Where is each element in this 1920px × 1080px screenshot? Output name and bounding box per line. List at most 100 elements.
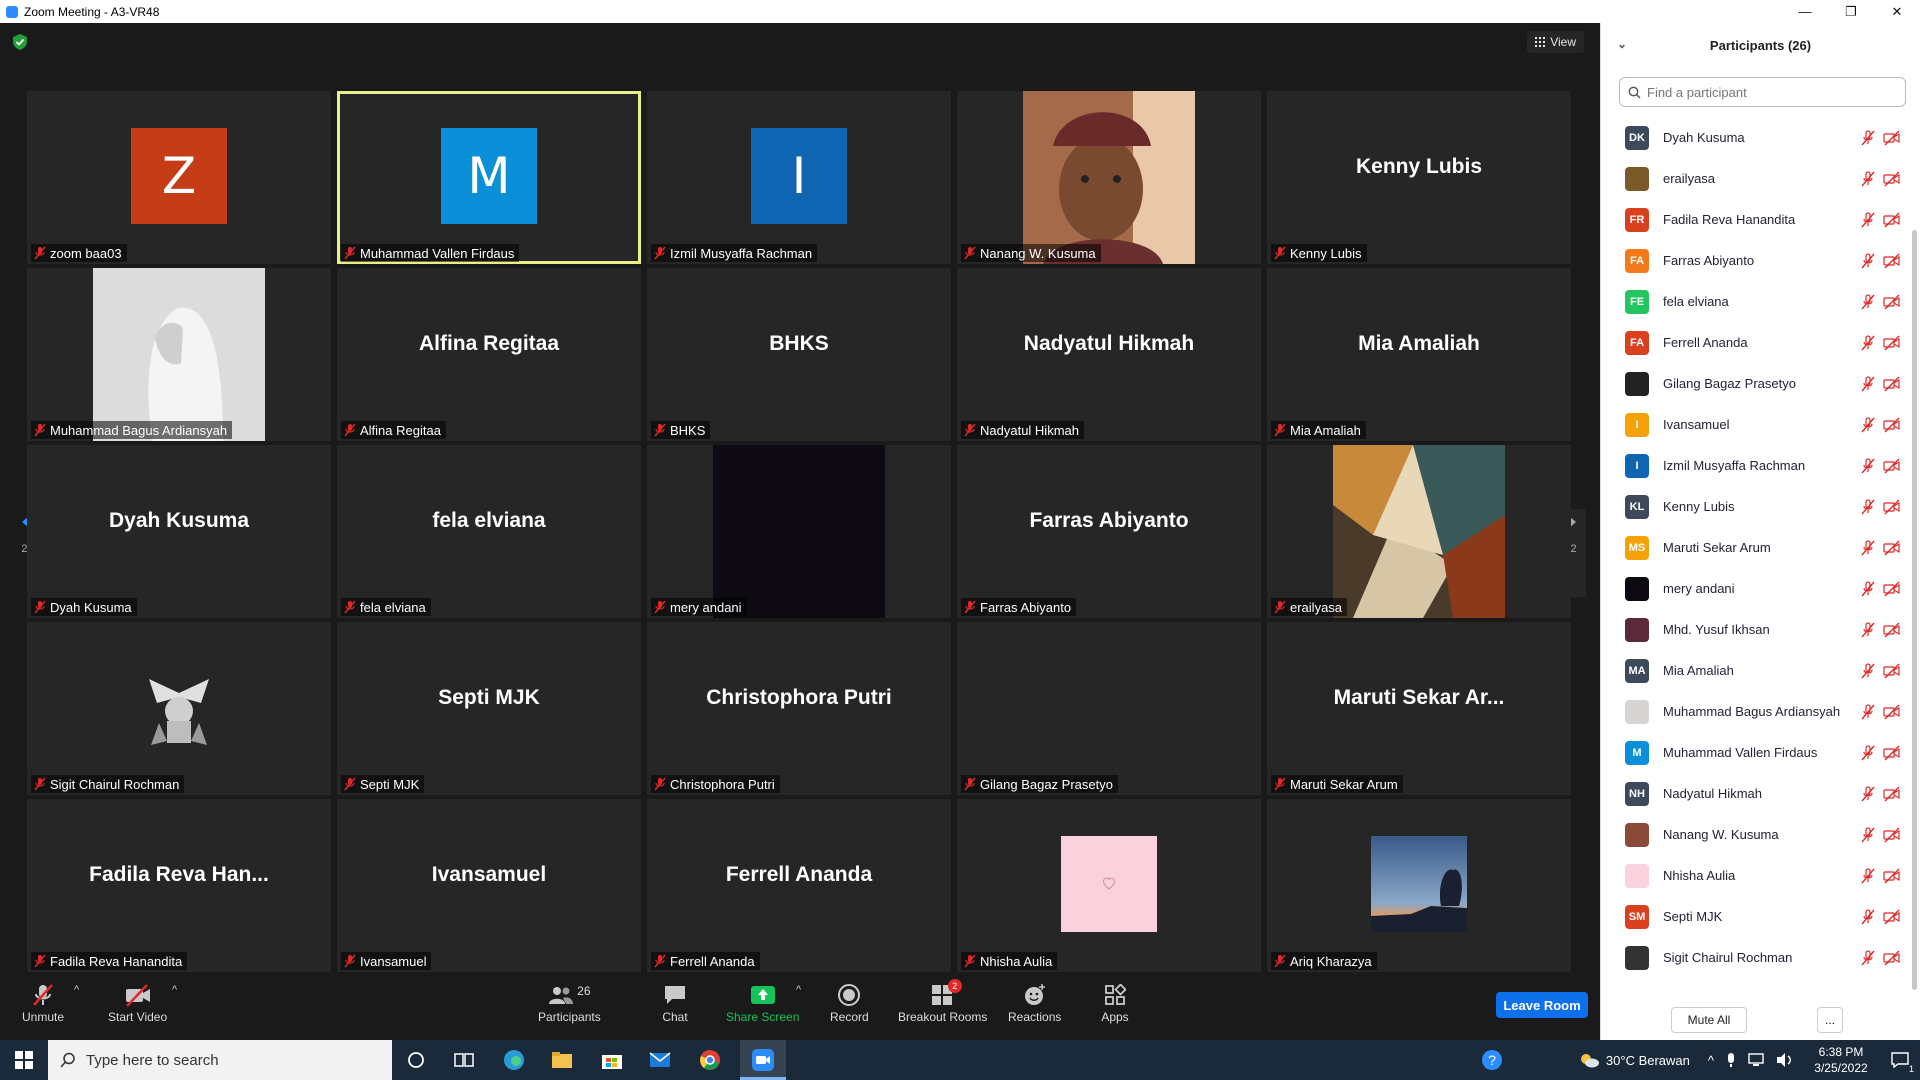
clock[interactable]: 6:38 PM 3/25/2022 <box>1802 1044 1880 1076</box>
microphone-muted-icon[interactable] <box>1861 171 1875 192</box>
taskbar-search-box[interactable]: Type here to search <box>48 1040 392 1080</box>
video-tile[interactable]: Zzoom baa03 <box>27 91 331 264</box>
video-tile[interactable]: mery andani <box>647 445 951 618</box>
mail-icon[interactable] <box>648 1048 672 1072</box>
chevron-up-icon[interactable]: ^ <box>1708 1053 1714 1068</box>
mute-all-button[interactable]: Mute All <box>1671 1007 1747 1033</box>
video-options-caret[interactable]: ^ <box>172 984 177 996</box>
video-off-icon[interactable] <box>1883 581 1901 602</box>
chevron-down-icon[interactable]: ⌄ <box>1617 37 1627 51</box>
microsoft-store-icon[interactable] <box>600 1048 624 1072</box>
video-off-icon[interactable] <box>1883 417 1901 438</box>
minimize-button[interactable]: — <box>1782 0 1828 23</box>
participant-row[interactable]: Mhd. Yusuf Ikhsan <box>1625 609 1911 650</box>
view-button[interactable]: View <box>1527 31 1584 53</box>
video-tile[interactable]: Alfina Regitaa Alfina Regitaa <box>337 268 641 441</box>
microphone-muted-icon[interactable] <box>1861 622 1875 643</box>
record-button[interactable]: Record <box>830 982 869 1024</box>
participant-list-scrollbar[interactable] <box>1912 230 1917 990</box>
video-tile[interactable]: BHKS BHKS <box>647 268 951 441</box>
microphone-muted-icon[interactable] <box>1861 540 1875 561</box>
video-tile[interactable]: Sigit Chairul Rochman <box>27 622 331 795</box>
video-off-icon[interactable] <box>1883 622 1901 643</box>
participant-row[interactable]: Nhisha Aulia <box>1625 855 1911 896</box>
share-options-caret[interactable]: ^ <box>796 984 801 996</box>
chrome-icon[interactable] <box>698 1048 722 1072</box>
video-off-icon[interactable] <box>1883 499 1901 520</box>
video-tile[interactable]: Muhammad Bagus Ardiansyah <box>27 268 331 441</box>
breakout-rooms-button[interactable]: 2 Breakout Rooms <box>898 979 987 1024</box>
video-off-icon[interactable] <box>1883 458 1901 479</box>
video-off-icon[interactable] <box>1883 704 1901 725</box>
video-tile[interactable]: Kenny Lubis Kenny Lubis <box>1267 91 1571 264</box>
microphone-muted-icon[interactable] <box>1861 827 1875 848</box>
participant-row[interactable]: NH Nadyatul Hikmah <box>1625 773 1911 814</box>
video-tile[interactable]: Dyah Kusuma Dyah Kusuma <box>27 445 331 618</box>
file-explorer-icon[interactable] <box>550 1048 574 1072</box>
participant-row[interactable]: erailyasa <box>1625 158 1911 199</box>
microphone-muted-icon[interactable] <box>1861 253 1875 274</box>
video-off-icon[interactable] <box>1883 663 1901 684</box>
video-tile[interactable]: fela elviana fela elviana <box>337 445 641 618</box>
participant-row[interactable]: FA Ferrell Ananda <box>1625 322 1911 363</box>
microphone-muted-icon[interactable] <box>1861 212 1875 233</box>
help-icon[interactable]: ? <box>1480 1048 1504 1072</box>
video-off-icon[interactable] <box>1883 335 1901 356</box>
video-off-icon[interactable] <box>1883 786 1901 807</box>
video-off-icon[interactable] <box>1883 130 1901 151</box>
microphone-muted-icon[interactable] <box>1861 704 1875 725</box>
video-tile[interactable]: Gilang Bagaz Prasetyo <box>957 622 1261 795</box>
video-off-icon[interactable] <box>1883 212 1901 233</box>
video-tile[interactable]: Nanang W. Kusuma <box>957 91 1261 264</box>
video-off-icon[interactable] <box>1883 909 1901 930</box>
video-tile[interactable]: Maruti Sekar Ar... Maruti Sekar Arum <box>1267 622 1571 795</box>
microphone-muted-icon[interactable] <box>1861 745 1875 766</box>
video-off-icon[interactable] <box>1883 171 1901 192</box>
video-tile[interactable]: Ariq Kharazya <box>1267 799 1571 972</box>
unmute-button[interactable]: Unmute <box>22 982 64 1024</box>
participant-row[interactable]: Nanang W. Kusuma <box>1625 814 1911 855</box>
video-off-icon[interactable] <box>1883 827 1901 848</box>
video-off-icon[interactable] <box>1883 745 1901 766</box>
video-tile[interactable]: M Muhammad Vallen Firdaus <box>337 91 641 264</box>
participant-row[interactable]: SM Septi MJK <box>1625 896 1911 937</box>
reactions-button[interactable]: Reactions <box>1008 982 1061 1024</box>
participant-row[interactable]: I Izmil Musyaffa Rachman <box>1625 445 1911 486</box>
microphone-muted-icon[interactable] <box>1861 335 1875 356</box>
share-screen-button[interactable]: Share Screen <box>726 982 799 1024</box>
more-options-button[interactable]: ... <box>1817 1007 1843 1033</box>
audio-options-caret[interactable]: ^ <box>74 984 79 996</box>
microphone-muted-icon[interactable] <box>1861 909 1875 930</box>
video-off-icon[interactable] <box>1883 294 1901 315</box>
participant-row[interactable]: FA Farras Abiyanto <box>1625 240 1911 281</box>
video-tile[interactable]: Farras Abiyanto Farras Abiyanto <box>957 445 1261 618</box>
leave-room-button[interactable]: Leave Room <box>1496 992 1588 1018</box>
microphone-muted-icon[interactable] <box>1861 376 1875 397</box>
participant-row[interactable]: Muhammad Bagus Ardiansyah <box>1625 691 1911 732</box>
edge-browser-icon[interactable] <box>502 1048 526 1072</box>
cortana-icon[interactable] <box>404 1048 428 1072</box>
microphone-muted-icon[interactable] <box>1861 130 1875 151</box>
search-input[interactable] <box>1647 84 1887 100</box>
microphone-muted-icon[interactable] <box>1861 294 1875 315</box>
participant-row[interactable]: Gilang Bagaz Prasetyo <box>1625 363 1911 404</box>
microphone-muted-icon[interactable] <box>1861 499 1875 520</box>
video-off-icon[interactable] <box>1883 253 1901 274</box>
microphone-muted-icon[interactable] <box>1861 581 1875 602</box>
video-tile[interactable]: Septi MJK Septi MJK <box>337 622 641 795</box>
video-tile[interactable]: Ivansamuel Ivansamuel <box>337 799 641 972</box>
video-tile[interactable]: Ferrell Ananda Ferrell Ananda <box>647 799 951 972</box>
participant-row[interactable]: FR Fadila Reva Hanandita <box>1625 199 1911 240</box>
apps-button[interactable]: Apps <box>1100 982 1130 1024</box>
microphone-muted-icon[interactable] <box>1861 786 1875 807</box>
participant-row[interactable]: FE fela elviana <box>1625 281 1911 322</box>
windows-start-icon[interactable] <box>12 1048 36 1072</box>
participant-row[interactable]: Sigit Chairul Rochman <box>1625 937 1911 978</box>
participant-row[interactable]: DK Dyah Kusuma <box>1625 117 1911 158</box>
video-off-icon[interactable] <box>1883 540 1901 561</box>
participant-search[interactable] <box>1619 77 1906 107</box>
video-tile[interactable]: Nadyatul Hikmah Nadyatul Hikmah <box>957 268 1261 441</box>
microphone-muted-icon[interactable] <box>1861 950 1875 971</box>
maximize-button[interactable]: ❐ <box>1828 0 1874 23</box>
notification-button[interactable]: 1 <box>1880 1040 1920 1080</box>
